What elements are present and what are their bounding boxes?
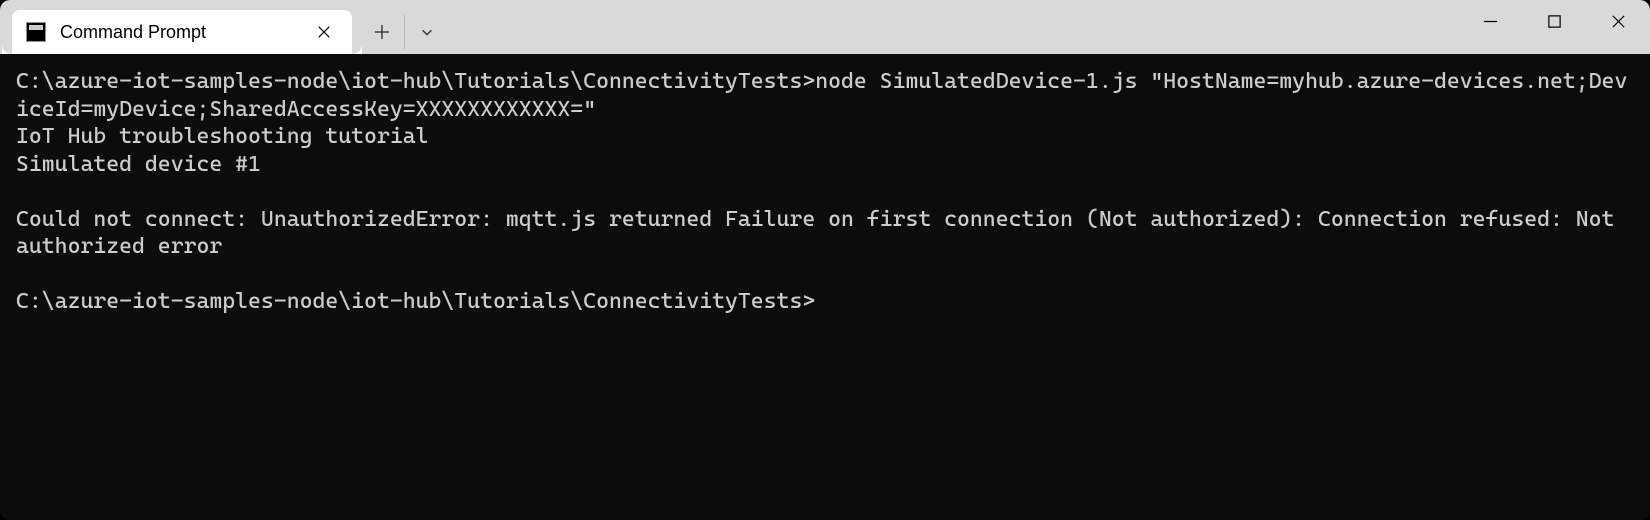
close-window-button[interactable] [1586,0,1650,42]
tab-area: Command Prompt [0,0,448,54]
title-bar-drag-area[interactable] [448,0,1458,54]
tab-title: Command Prompt [60,22,296,43]
title-bar: Command Prompt [0,0,1650,54]
tab-close-button[interactable] [310,18,338,46]
maximize-icon [1547,14,1562,29]
terminal-output: C:\azure-iot-samples-node\iot-hub\Tutori… [16,68,1634,316]
window-controls [1458,0,1650,54]
maximize-button[interactable] [1522,0,1586,42]
close-icon [1611,14,1626,29]
tab-dropdown-button[interactable] [404,15,448,49]
terminal-line: Could not connect: UnauthorizedError: mq… [16,207,1627,260]
terminal-line: Simulated device #1 [16,152,261,177]
plus-icon [374,24,390,40]
chevron-down-icon [420,25,434,39]
terminal-line: C:\azure-iot-samples-node\iot-hub\Tutori… [16,289,815,314]
cmd-icon [26,22,46,42]
new-tab-button[interactable] [360,10,404,54]
close-icon [317,25,331,39]
terminal-line: IoT Hub troubleshooting tutorial [16,124,429,149]
terminal-line: C:\azure-iot-samples-node\iot-hub\Tutori… [16,69,1627,122]
terminal-area[interactable]: C:\azure-iot-samples-node\iot-hub\Tutori… [0,54,1650,520]
minimize-button[interactable] [1458,0,1522,42]
tab-command-prompt[interactable]: Command Prompt [12,10,352,54]
minimize-icon [1483,14,1498,29]
